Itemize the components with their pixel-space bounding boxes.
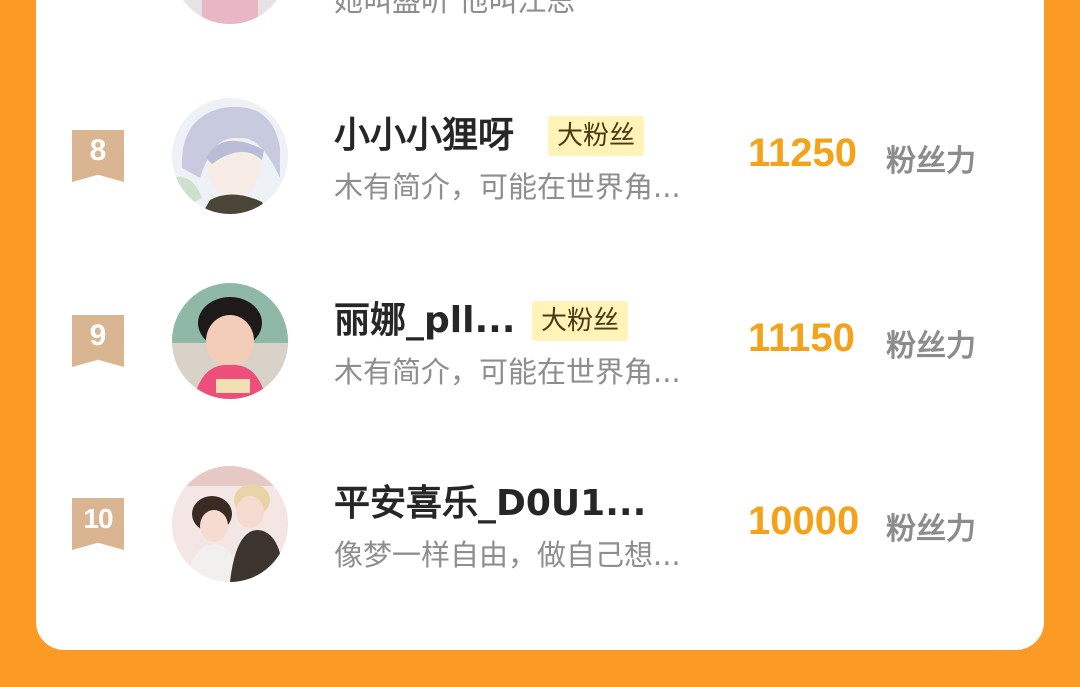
fan-power-score: 11150 — [748, 316, 855, 360]
fan-power-score: 11250 — [748, 131, 858, 175]
ranking-row[interactable]: 10 平安喜乐_D0U1... 像梦一样自由，做自己想... 10000 粉丝力 — [36, 466, 1044, 596]
avatar[interactable] — [172, 466, 288, 582]
user-name: 丽娜_pll... — [334, 300, 516, 341]
fan-level-badge: 大粉丝 — [532, 301, 629, 341]
user-name: 小小小狸呀 — [334, 115, 515, 156]
ranking-row[interactable]: 8 小小小狸呀 大粉丝 木有简介，可能在世界角... 11250 粉丝力 — [36, 98, 1044, 228]
fan-power-unit: 粉丝力 — [886, 329, 976, 364]
rank-badge: 10 — [72, 498, 124, 550]
avatar[interactable] — [172, 283, 288, 399]
user-bio: 像梦一样自由，做自己想... — [334, 538, 681, 572]
fan-power-score: 10000 — [748, 499, 860, 543]
fan-power-unit: 粉丝力 — [886, 512, 976, 547]
ranking-card: 她叫盛听 他叫江思 8 小小小狸呀 大粉丝 木有简介，可能在世界角... 112… — [36, 0, 1044, 650]
ranking-row-partial[interactable]: 她叫盛听 他叫江思 — [36, 0, 1044, 38]
fan-level-badge: 大粉丝 — [548, 116, 645, 156]
user-bio: 木有简介，可能在世界角... — [334, 170, 681, 204]
user-bio: 木有简介，可能在世界角... — [334, 355, 681, 389]
fan-power-unit: 粉丝力 — [886, 144, 976, 179]
user-name: 平安喜乐_D0U1... — [334, 483, 647, 524]
avatar — [172, 0, 288, 24]
user-bio: 她叫盛听 他叫江思 — [334, 0, 576, 18]
ranking-row[interactable]: 9 丽娜_pll... 大粉丝 木有简介，可能在世界角... 11150 粉丝力 — [36, 283, 1044, 413]
avatar[interactable] — [172, 98, 288, 214]
rank-badge: 9 — [72, 315, 124, 367]
rank-badge: 8 — [72, 130, 124, 182]
